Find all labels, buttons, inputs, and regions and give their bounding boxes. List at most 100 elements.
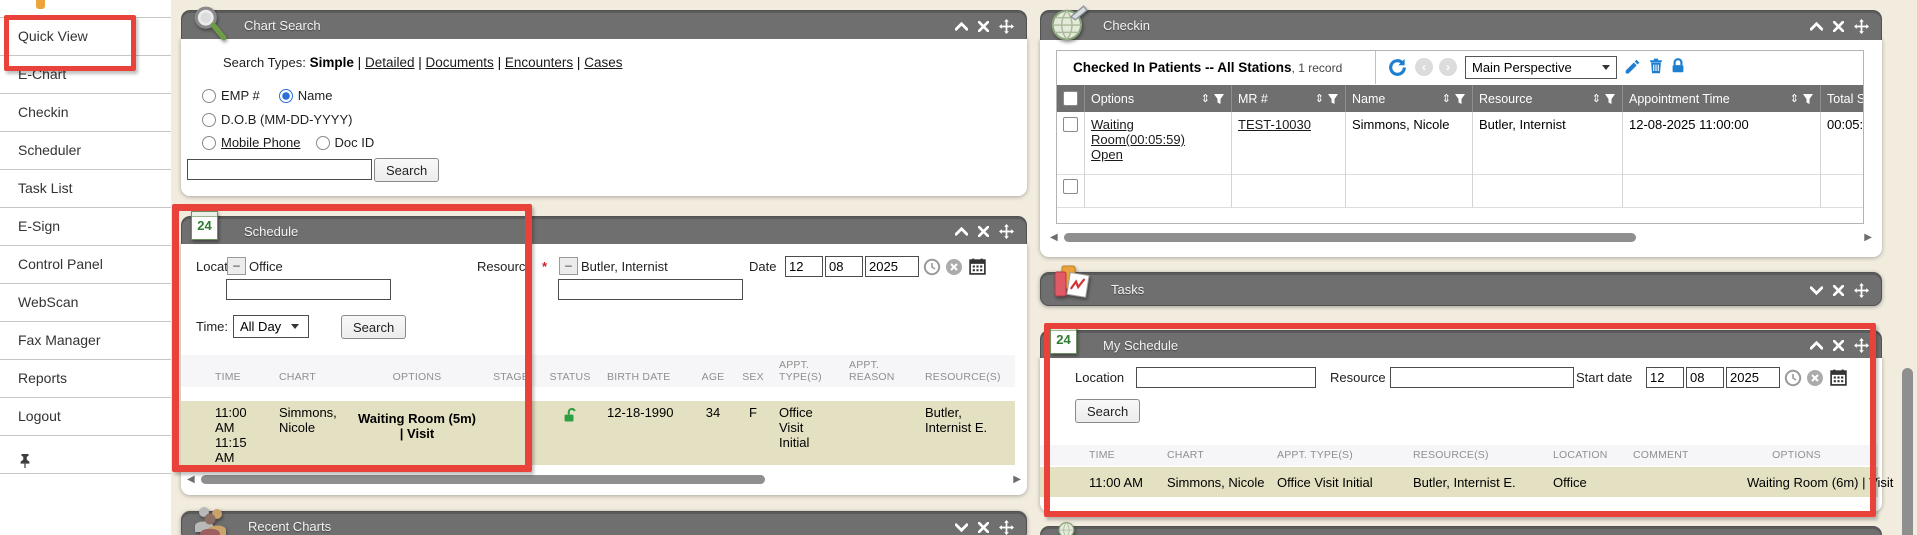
page-vscrollbar-thumb[interactable]: [1902, 368, 1913, 535]
select-all-checkbox[interactable]: [1063, 91, 1078, 106]
search-type-simple[interactable]: Simple: [310, 55, 354, 70]
date-month-input[interactable]: [1646, 367, 1684, 388]
move-icon[interactable]: [1854, 338, 1869, 353]
chart-search-header[interactable]: Chart Search: [181, 10, 1027, 39]
edit-perspective-icon[interactable]: [1623, 58, 1641, 81]
expand-icon[interactable]: [955, 523, 968, 532]
sort-icon[interactable]: ⇕: [1790, 92, 1799, 105]
col-header-stage[interactable]: STAGE: [483, 367, 539, 387]
open-link[interactable]: Open: [1091, 147, 1123, 162]
filter-icon[interactable]: [1604, 93, 1616, 105]
close-icon[interactable]: [1833, 21, 1844, 32]
tasks-header[interactable]: Tasks: [1040, 272, 1882, 306]
clear-date-icon[interactable]: [945, 258, 963, 281]
col-header-location[interactable]: LOCATION: [1549, 445, 1629, 465]
prev-page-icon[interactable]: ‹: [1415, 58, 1433, 76]
close-icon[interactable]: [978, 226, 989, 237]
resource-remove-button[interactable]: –: [559, 257, 578, 275]
col-header-comment[interactable]: COMMENT: [1629, 445, 1743, 465]
sidebar-item-checkin[interactable]: Checkin: [0, 93, 171, 131]
move-icon[interactable]: [999, 520, 1014, 535]
scroll-thumb[interactable]: [1064, 233, 1636, 242]
resource-input[interactable]: [1390, 367, 1574, 388]
col-header-chart[interactable]: CHART: [1163, 445, 1273, 465]
mr-number-link[interactable]: TEST-10030: [1238, 117, 1311, 132]
col-header-appt-type[interactable]: APPT. TYPE(S): [773, 355, 843, 387]
scroll-thumb[interactable]: [201, 475, 765, 484]
col-header-name[interactable]: Name: [1352, 92, 1385, 106]
radio-mobile-phone[interactable]: [202, 136, 216, 150]
my-schedule-search-button[interactable]: Search: [1075, 399, 1140, 423]
date-day-input[interactable]: [825, 256, 863, 277]
col-header-options[interactable]: OPTIONS: [351, 367, 483, 387]
col-header-appt-time[interactable]: Appointment Time: [1629, 92, 1730, 106]
search-type-detailed[interactable]: Detailed: [365, 55, 415, 70]
collapse-icon[interactable]: [955, 227, 968, 236]
close-icon[interactable]: [978, 21, 989, 32]
checkin-hscrollbar[interactable]: ◀ ▶: [1050, 231, 1872, 244]
refresh-icon[interactable]: [1387, 57, 1408, 83]
chart-search-button[interactable]: Search: [374, 158, 439, 182]
chart-search-input[interactable]: [187, 159, 372, 180]
search-type-encounters[interactable]: Encounters: [505, 55, 573, 70]
schedule-header[interactable]: 24 Schedule: [181, 216, 1027, 244]
scroll-right-icon[interactable]: ▶: [1013, 473, 1021, 486]
move-icon[interactable]: [1854, 19, 1869, 34]
waiting-room-link[interactable]: Waiting Room(00:05:59): [1091, 117, 1185, 147]
scroll-right-icon[interactable]: ▶: [1864, 231, 1872, 244]
sort-icon[interactable]: ⇕: [1592, 92, 1601, 105]
radio-mobile-phone-label[interactable]: Mobile Phone: [221, 135, 301, 150]
sort-icon[interactable]: ⇕: [1442, 92, 1451, 105]
scroll-left-icon[interactable]: ◀: [187, 473, 195, 486]
filter-icon[interactable]: [1327, 93, 1339, 105]
schedule-appointment-row[interactable]: 11:00 AM11:15 AM Simmons, Nicole Waiting…: [181, 401, 1015, 465]
date-month-input[interactable]: [785, 256, 823, 277]
col-header-status[interactable]: STATUS: [539, 367, 601, 387]
calendar-picker-icon[interactable]: [968, 257, 987, 281]
lock-perspective-icon[interactable]: [1669, 57, 1687, 80]
date-year-input[interactable]: [1726, 367, 1780, 388]
move-icon[interactable]: [999, 224, 1014, 239]
date-day-input[interactable]: [1686, 367, 1724, 388]
filter-icon[interactable]: [1213, 93, 1225, 105]
col-header-birth-date[interactable]: BIRTH DATE: [601, 367, 693, 387]
col-header-appt-type[interactable]: APPT. TYPE(S): [1273, 445, 1409, 465]
time-picker-icon[interactable]: [1784, 369, 1802, 392]
unlocked-icon[interactable]: [562, 407, 579, 427]
location-input[interactable]: [226, 279, 391, 300]
col-header-options[interactable]: Options: [1091, 92, 1134, 106]
delete-perspective-icon[interactable]: [1647, 57, 1665, 80]
sidebar-item-reports[interactable]: Reports: [0, 359, 171, 397]
search-type-cases[interactable]: Cases: [584, 55, 622, 70]
cell-options[interactable]: Waiting Room (6m) | Visit: [1743, 471, 1897, 494]
collapse-icon[interactable]: [1810, 22, 1823, 31]
collapse-icon[interactable]: [955, 22, 968, 31]
col-header-appt-reason[interactable]: APPT. REASON: [843, 355, 919, 387]
col-header-total-stay[interactable]: Total Sta: [1827, 92, 1863, 106]
col-header-age[interactable]: AGE: [693, 367, 733, 387]
col-header-resource[interactable]: RESOURCE(S): [1409, 445, 1549, 465]
close-icon[interactable]: [1833, 285, 1844, 296]
filter-icon[interactable]: [1802, 93, 1814, 105]
date-year-input[interactable]: [865, 256, 919, 277]
close-icon[interactable]: [1833, 340, 1844, 351]
col-header-time[interactable]: TIME: [1085, 445, 1163, 465]
row-checkbox[interactable]: [1063, 179, 1078, 194]
search-type-documents[interactable]: Documents: [426, 55, 494, 70]
col-header-time[interactable]: TIME: [209, 367, 273, 387]
schedule-search-button[interactable]: Search: [341, 315, 406, 339]
sidebar-item-quick-view[interactable]: Quick View: [0, 17, 171, 55]
calendar-picker-icon[interactable]: [1829, 368, 1848, 392]
my-schedule-header[interactable]: 24 My Schedule: [1040, 330, 1882, 358]
col-header-options[interactable]: OPTIONS: [1743, 445, 1850, 465]
my-schedule-appointment-row[interactable]: 11:00 AM Simmons, Nicole Office Visit In…: [1040, 467, 1878, 497]
move-icon[interactable]: [999, 19, 1014, 34]
radio-name[interactable]: [279, 89, 293, 103]
col-header-chart[interactable]: CHART: [273, 367, 351, 387]
sidebar-pin-toggle[interactable]: [0, 435, 171, 474]
sidebar-item-task-list[interactable]: Task List: [0, 169, 171, 207]
radio-doc-id[interactable]: [316, 136, 330, 150]
perspective-select[interactable]: Main Perspective: [1465, 56, 1617, 79]
collapse-icon[interactable]: [1810, 341, 1823, 350]
sidebar-item-webscan[interactable]: WebScan: [0, 283, 171, 321]
